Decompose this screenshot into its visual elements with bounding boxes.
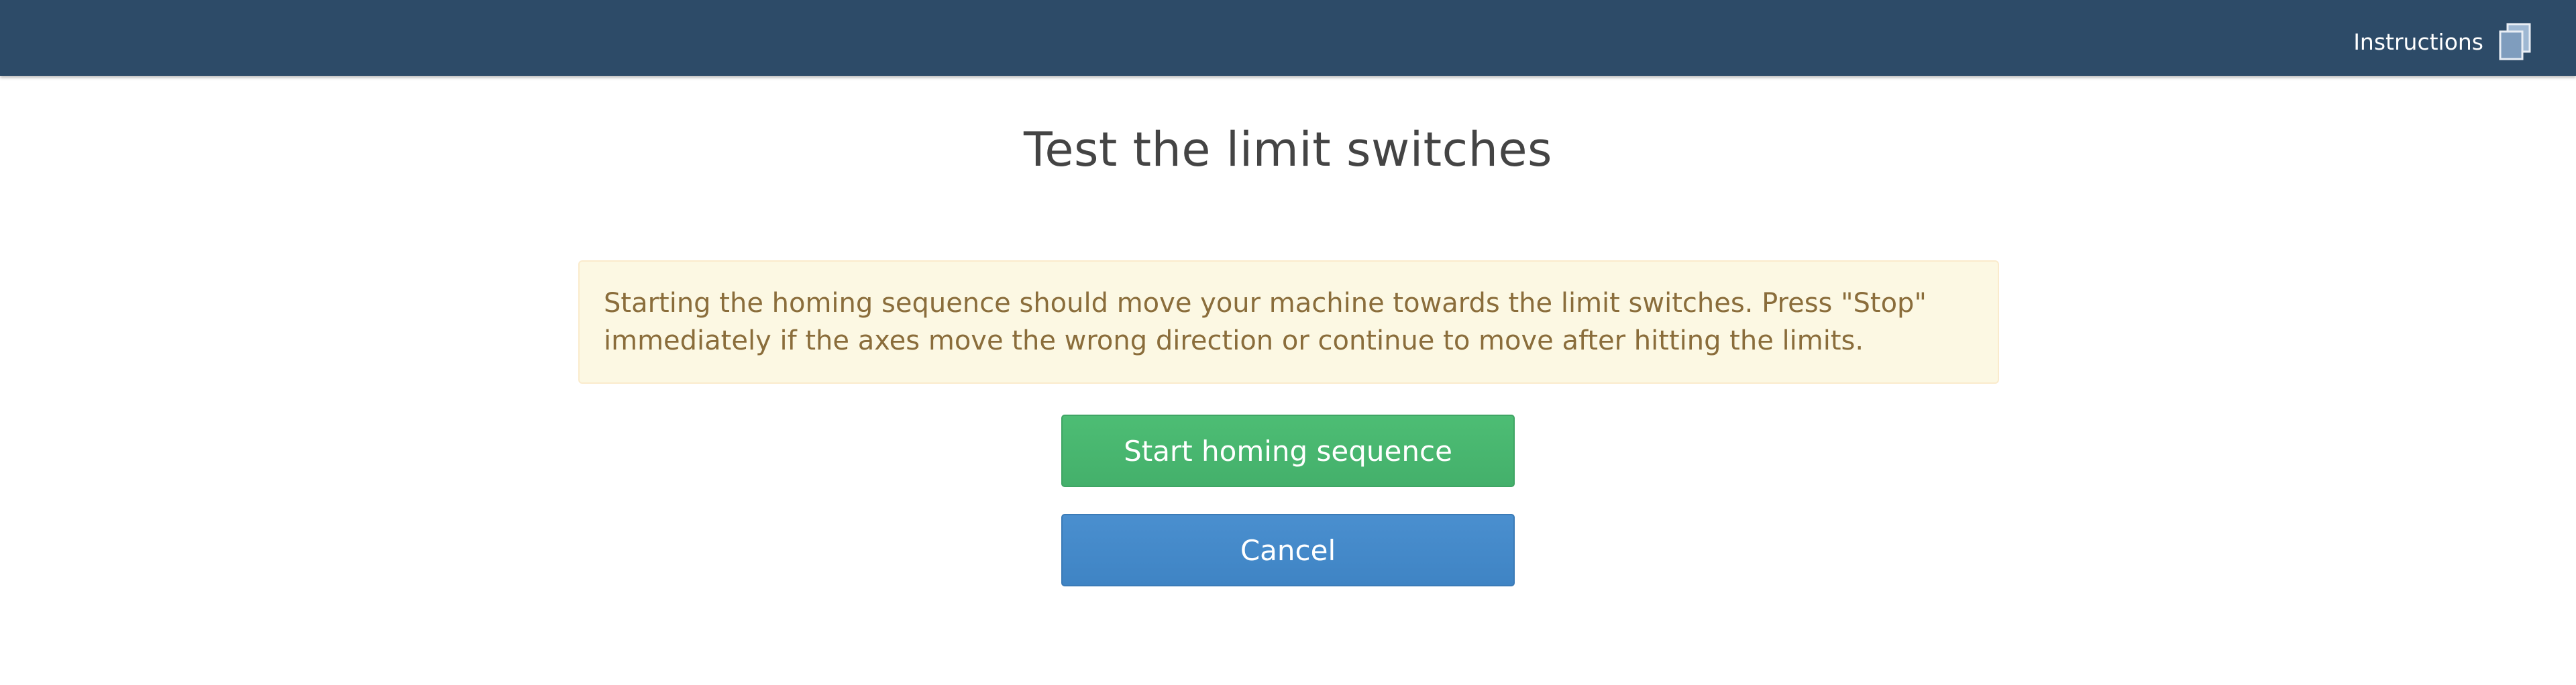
page-title: Test the limit switches bbox=[1024, 122, 1552, 177]
start-homing-button[interactable]: Start homing sequence bbox=[1061, 415, 1515, 487]
cancel-button[interactable]: Cancel bbox=[1061, 514, 1515, 586]
top-navbar: Instructions bbox=[0, 0, 2576, 76]
instructions-label: Instructions bbox=[2353, 28, 2483, 55]
warning-alert: Starting the homing sequence should move… bbox=[578, 260, 1999, 384]
instructions-link[interactable]: Instructions bbox=[2353, 21, 2532, 62]
copy-icon bbox=[2498, 23, 2532, 60]
